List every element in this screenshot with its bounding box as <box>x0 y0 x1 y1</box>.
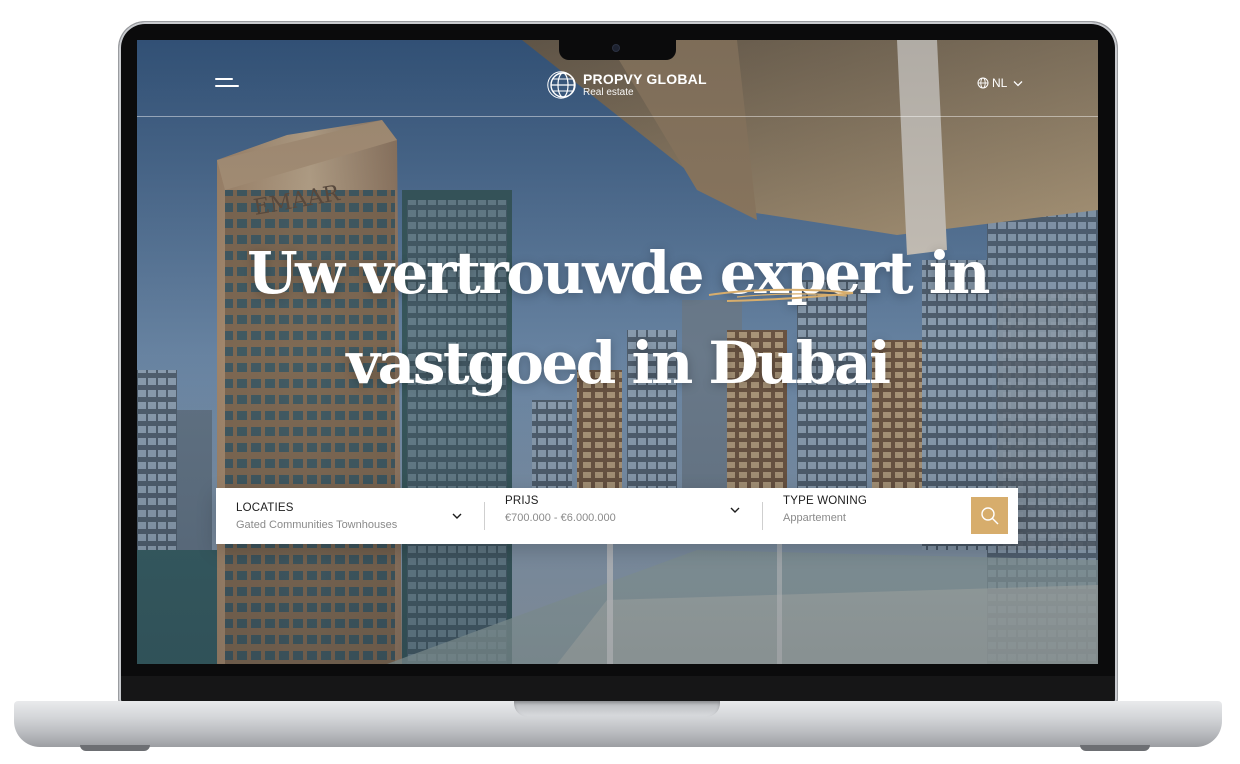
location-dropdown[interactable]: LOCATIES Gated Communities Townhouses <box>216 488 484 544</box>
globe-icon <box>977 77 989 89</box>
price-dropdown[interactable]: PRIJS €700.000 - €6.000.000 <box>484 495 762 530</box>
chevron-down-icon <box>1013 80 1023 86</box>
brand-logo-link[interactable]: PROPVY GLOBAL Real estate <box>547 68 707 102</box>
location-value: Gated Communities Townhouses <box>236 518 398 531</box>
search-icon <box>980 506 998 524</box>
price-value: €700.000 - €6.000.000 <box>505 511 616 524</box>
hero-headline: Uw vertrouwde expert in vastgoed in Duba… <box>137 228 1098 408</box>
camera-icon <box>613 45 619 51</box>
menu-line <box>215 78 233 80</box>
brand-tagline: Real estate <box>583 87 634 98</box>
camera-notch <box>559 40 676 60</box>
search-button[interactable] <box>971 497 1008 534</box>
laptop-bezel <box>121 676 1115 703</box>
headline-line-2: vastgoed in Dubai <box>346 329 891 397</box>
headline-underline-swash <box>708 288 854 302</box>
globe-logo-icon <box>547 71 576 99</box>
headline-line-1: Uw vertrouwde expert in <box>247 239 990 307</box>
laptop-foot-left <box>80 745 150 751</box>
price-label: PRIJS <box>505 494 539 507</box>
laptop-foot-right <box>1080 745 1150 751</box>
menu-line <box>215 85 239 87</box>
brand-name: PROPVY GLOBAL <box>583 71 707 87</box>
location-label: LOCATIES <box>236 501 294 514</box>
hamburger-menu-icon[interactable] <box>215 76 241 90</box>
language-switcher[interactable]: NL <box>977 76 1023 90</box>
laptop-opening-groove <box>514 701 720 717</box>
language-code: NL <box>992 76 1008 90</box>
website-screen: EMAAR <box>137 40 1098 664</box>
chevron-down-icon <box>452 513 462 519</box>
property-search-bar: LOCATIES Gated Communities Townhouses PR… <box>216 488 1018 544</box>
chevron-down-icon <box>730 507 740 513</box>
